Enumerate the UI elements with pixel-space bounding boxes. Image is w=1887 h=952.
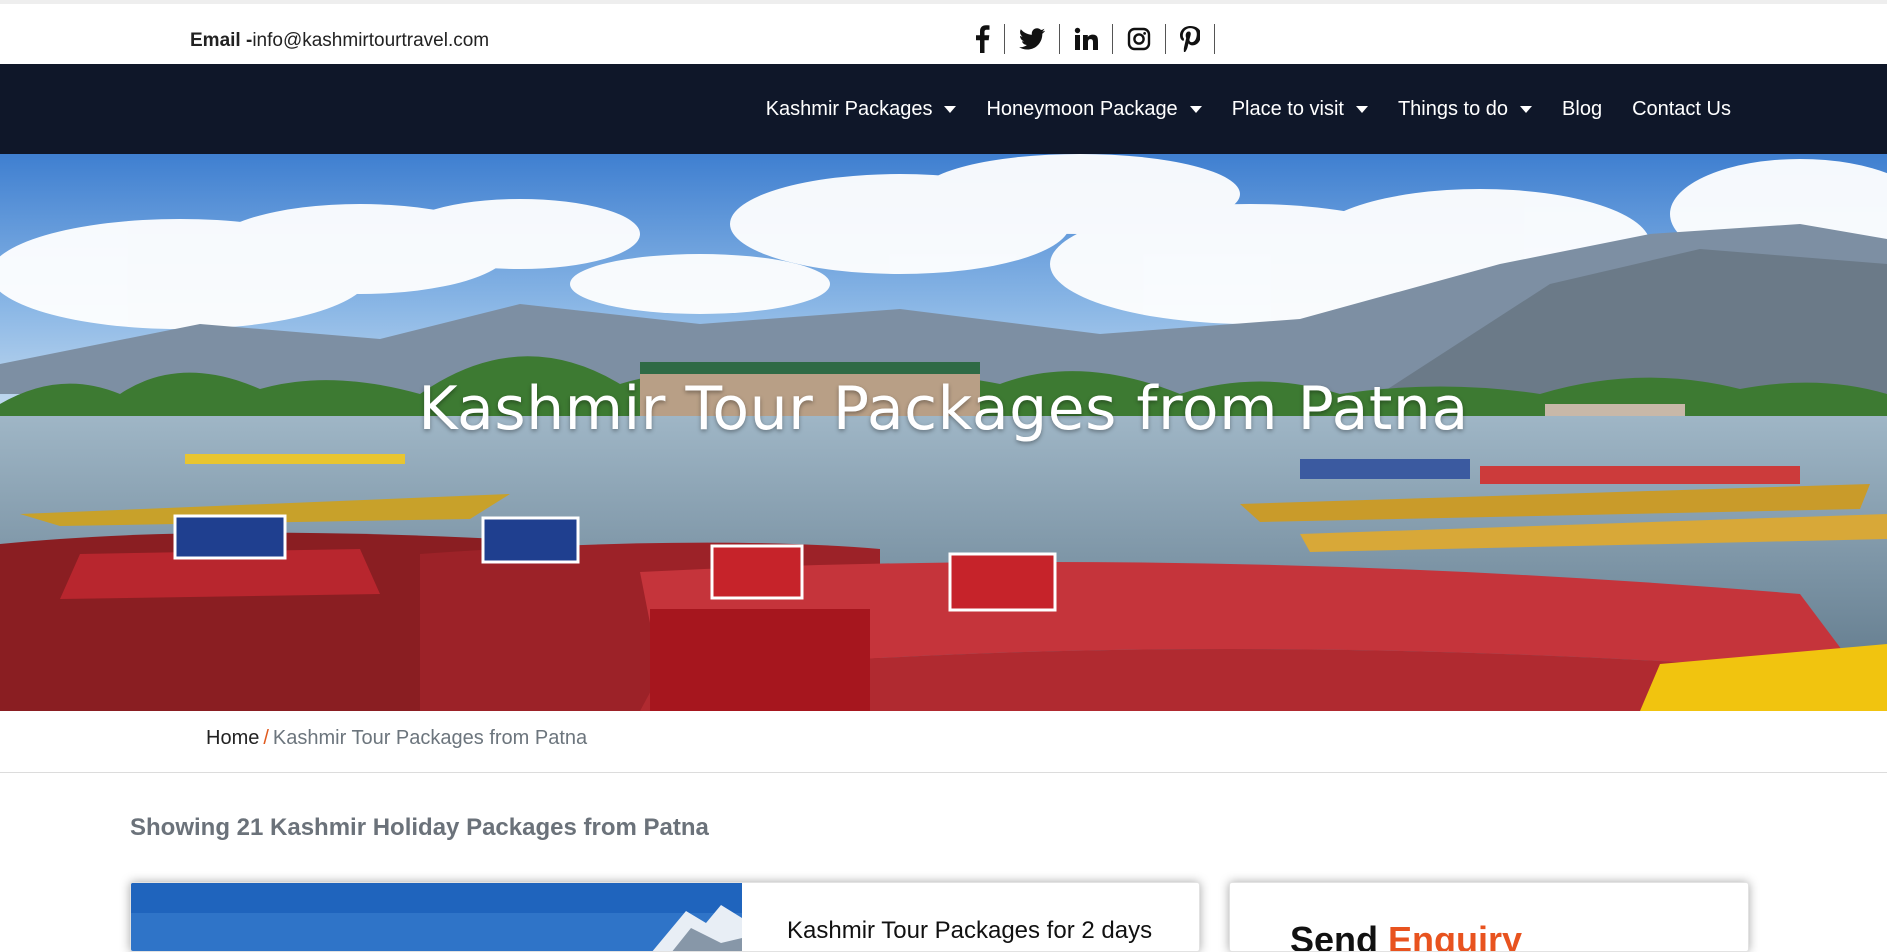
package-title[interactable]: Kashmir Tour Packages for 2 days [787, 917, 1152, 945]
enquiry-title: Send Enquiry [1290, 919, 1523, 952]
nav-item-label: Kashmir Packages [765, 97, 933, 120]
facebook-icon [976, 25, 990, 53]
enquiry-title-part2: Enquiry [1388, 919, 1523, 952]
linkedin-link[interactable] [1060, 24, 1113, 54]
nav-item-place-to-visit[interactable]: Place to visit [1232, 98, 1368, 121]
nav-item-label: Honeymoon Package [986, 97, 1178, 120]
pinterest-icon [1180, 26, 1200, 52]
social-links [968, 24, 1215, 54]
enquiry-title-part1: Send [1290, 919, 1389, 952]
nav-item-label: Blog [1562, 97, 1603, 120]
email-label: Email - [190, 30, 253, 51]
nav-item-label: Contact Us [1632, 97, 1731, 120]
facebook-link[interactable] [968, 24, 1005, 54]
caret-down-icon [1189, 105, 1202, 113]
email-address[interactable]: info@kashmirtourtravel.com [252, 30, 489, 51]
caret-down-icon [1355, 105, 1368, 113]
contact-email: Email -info@kashmirtourtravel.com [190, 30, 489, 52]
enquiry-card: Send Enquiry [1229, 882, 1749, 952]
breadcrumb: Home / Kashmir Tour Packages from Patna [206, 727, 587, 750]
twitter-icon [1019, 28, 1045, 50]
breadcrumb-bar: Home / Kashmir Tour Packages from Patna [0, 711, 1887, 773]
twitter-link[interactable] [1005, 24, 1060, 54]
nav-item-contact-us[interactable]: Contact Us [1632, 98, 1731, 121]
caret-down-icon [944, 105, 957, 113]
nav-item-kashmir-packages[interactable]: Kashmir Packages [766, 98, 957, 121]
breadcrumb-current: Kashmir Tour Packages from Patna [272, 727, 588, 749]
breadcrumb-home-link[interactable]: Home [206, 727, 259, 749]
breadcrumb-separator: / [263, 727, 269, 749]
instagram-link[interactable] [1113, 24, 1166, 54]
top-bar: Email -info@kashmirtourtravel.com [0, 0, 1887, 64]
hero-banner: Kashmir Tour Packages from Patna [0, 154, 1887, 711]
nav-item-label: Things to do [1397, 97, 1509, 120]
pinterest-link[interactable] [1166, 24, 1215, 54]
caret-down-icon [1520, 105, 1533, 113]
instagram-icon [1127, 27, 1151, 51]
nav-menu: Kashmir Packages Honeymoon Package Place… [736, 64, 1731, 154]
package-image [131, 883, 742, 951]
nav-item-things-to-do[interactable]: Things to do [1397, 97, 1533, 121]
main-navbar: Kashmir Packages Honeymoon Package Place… [0, 64, 1887, 154]
results-count-heading: Showing 21 Kashmir Holiday Packages from… [130, 814, 709, 841]
nav-item-honeymoon-package[interactable]: Honeymoon Package [986, 97, 1202, 121]
nav-item-blog[interactable]: Blog [1562, 98, 1602, 121]
package-card[interactable]: Kashmir Tour Packages for 2 days [130, 882, 1200, 952]
nav-item-label: Place to visit [1231, 97, 1344, 120]
linkedin-icon [1074, 27, 1098, 50]
hero-title: Kashmir Tour Packages from Patna [418, 374, 1469, 444]
